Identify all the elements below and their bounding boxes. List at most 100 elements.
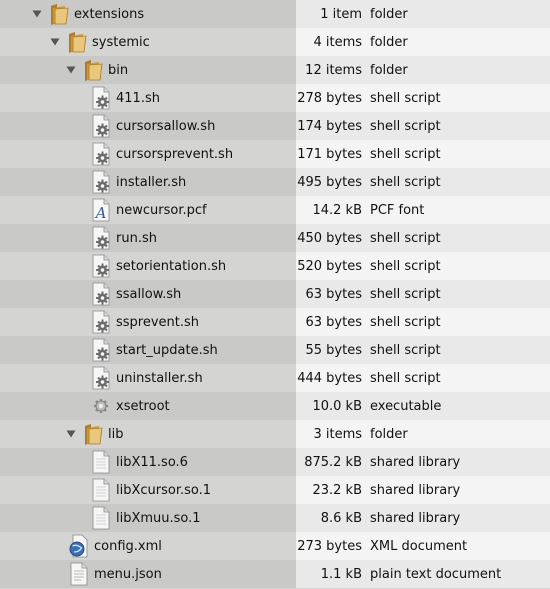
expander-triangle-icon[interactable] xyxy=(64,63,78,77)
font-file-icon: A xyxy=(90,198,112,222)
file-name: bin xyxy=(108,62,129,78)
file-size: 10.0 kB xyxy=(312,398,362,414)
name-cell: run.sh xyxy=(0,224,296,252)
file-row[interactable]: config.xml 273 bytes XML document xyxy=(0,532,550,560)
file-row[interactable]: setorientation.sh 520 bytes shell script xyxy=(0,252,550,280)
name-cell: libX11.so.6 xyxy=(0,448,296,476)
file-row[interactable]: libXcursor.so.1 23.2 kB shared library xyxy=(0,476,550,504)
expander-triangle-icon[interactable] xyxy=(48,35,62,49)
name-cell: 411.sh xyxy=(0,84,296,112)
file-type: shell script xyxy=(370,286,441,302)
file-size: 444 bytes xyxy=(297,370,362,386)
name-cell: libXmuu.so.1 xyxy=(0,504,296,532)
shared-library-icon xyxy=(90,450,112,474)
file-name: config.xml xyxy=(94,538,162,554)
name-cell: ssallow.sh xyxy=(0,280,296,308)
executable-gear-icon xyxy=(90,394,112,418)
shell-script-icon xyxy=(90,142,112,166)
shell-script-icon xyxy=(90,282,112,306)
file-name: run.sh xyxy=(116,230,157,246)
file-name: libX11.so.6 xyxy=(116,454,188,470)
file-type: PCF font xyxy=(370,202,425,218)
file-name: start_update.sh xyxy=(116,342,218,358)
folder-row[interactable]: lib 3 items folder xyxy=(0,420,550,448)
file-type: shared library xyxy=(370,510,461,526)
file-type: shell script xyxy=(370,146,441,162)
folder-icon xyxy=(48,2,70,26)
file-type: plain text document xyxy=(370,566,502,582)
name-cell: menu.json xyxy=(0,560,296,588)
file-size: 273 bytes xyxy=(297,538,362,554)
file-size: 14.2 kB xyxy=(312,202,362,218)
shared-library-icon xyxy=(90,478,112,502)
file-row[interactable]: cursorsprevent.sh 171 bytes shell script xyxy=(0,140,550,168)
file-type: executable xyxy=(370,398,442,414)
file-size: 55 bytes xyxy=(305,342,363,358)
file-row[interactable]: Anewcursor.pcf 14.2 kB PCF font xyxy=(0,196,550,224)
file-row[interactable]: cursorsallow.sh 174 bytes shell script xyxy=(0,112,550,140)
expander-triangle-icon[interactable] xyxy=(64,427,78,441)
file-type: folder xyxy=(370,62,408,78)
name-cell: lib xyxy=(0,420,296,448)
file-name: extensions xyxy=(74,6,145,22)
file-type: shared library xyxy=(370,454,461,470)
name-cell: Anewcursor.pcf xyxy=(0,196,296,224)
expander-triangle-icon[interactable] xyxy=(30,7,44,21)
file-size: 4 items xyxy=(313,34,362,50)
file-size: 174 bytes xyxy=(297,118,362,134)
file-type: XML document xyxy=(370,538,468,554)
file-type: shell script xyxy=(370,314,441,330)
name-cell: ssprevent.sh xyxy=(0,308,296,336)
file-name: cursorsallow.sh xyxy=(116,118,216,134)
shell-script-icon xyxy=(90,366,112,390)
file-size: 3 items xyxy=(313,426,362,442)
file-row[interactable]: run.sh 450 bytes shell script xyxy=(0,224,550,252)
file-row[interactable]: 411.sh 278 bytes shell script xyxy=(0,84,550,112)
file-name: ssprevent.sh xyxy=(116,314,200,330)
file-tree-view[interactable]: extensions 1 item folder systemic 4 items fol… xyxy=(0,0,550,589)
file-size: 23.2 kB xyxy=(312,482,362,498)
file-name: installer.sh xyxy=(116,174,187,190)
file-name: libXcursor.so.1 xyxy=(116,482,212,498)
xml-document-icon xyxy=(68,534,90,558)
file-type: shell script xyxy=(370,118,441,134)
file-row[interactable]: uninstaller.sh 444 bytes shell script xyxy=(0,364,550,392)
file-name: cursorsprevent.sh xyxy=(116,146,234,162)
folder-row[interactable]: bin 12 items folder xyxy=(0,56,550,84)
file-type: shared library xyxy=(370,482,461,498)
file-name: newcursor.pcf xyxy=(116,202,207,218)
folder-row[interactable]: systemic 4 items folder xyxy=(0,28,550,56)
file-row[interactable]: ssprevent.sh 63 bytes shell script xyxy=(0,308,550,336)
file-row[interactable]: ssallow.sh 63 bytes shell script xyxy=(0,280,550,308)
file-type: shell script xyxy=(370,258,441,274)
name-cell: cursorsprevent.sh xyxy=(0,140,296,168)
file-row[interactable]: installer.sh 495 bytes shell script xyxy=(0,168,550,196)
file-row[interactable]: libX11.so.6 875.2 kB shared library xyxy=(0,448,550,476)
name-cell: installer.sh xyxy=(0,168,296,196)
file-size: 12 items xyxy=(305,62,362,78)
file-size: 1 item xyxy=(320,6,362,22)
shell-script-icon xyxy=(90,254,112,278)
folder-row[interactable]: extensions 1 item folder xyxy=(0,0,550,28)
file-size: 520 bytes xyxy=(297,258,362,274)
file-row[interactable]: start_update.sh 55 bytes shell script xyxy=(0,336,550,364)
file-row[interactable]: xsetroot 10.0 kB executable xyxy=(0,392,550,420)
file-type: folder xyxy=(370,6,408,22)
file-type: shell script xyxy=(370,90,441,106)
file-size: 875.2 kB xyxy=(304,454,362,470)
file-row[interactable]: menu.json 1.1 kB plain text document xyxy=(0,560,550,588)
shell-script-icon xyxy=(90,86,112,110)
file-size: 63 bytes xyxy=(305,314,363,330)
file-name: libXmuu.so.1 xyxy=(116,510,201,526)
name-cell: setorientation.sh xyxy=(0,252,296,280)
file-type: shell script xyxy=(370,370,441,386)
file-name: 411.sh xyxy=(116,90,160,106)
shell-script-icon xyxy=(90,114,112,138)
name-cell: extensions xyxy=(0,0,296,28)
file-size: 8.6 kB xyxy=(320,510,362,526)
file-type: shell script xyxy=(370,342,441,358)
shared-library-icon xyxy=(90,506,112,530)
file-type: shell script xyxy=(370,174,441,190)
folder-icon xyxy=(82,58,104,82)
file-row[interactable]: libXmuu.so.1 8.6 kB shared library xyxy=(0,504,550,532)
